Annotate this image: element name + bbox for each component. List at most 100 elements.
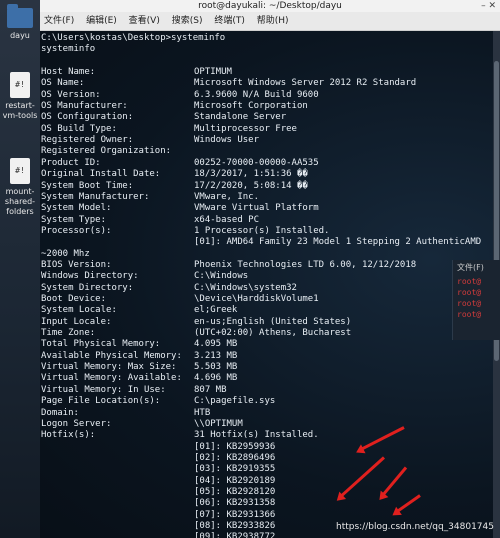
systeminfo-value: OPTIMUM [194, 67, 232, 77]
window-titlebar[interactable]: root@dayukali: ~/Desktop/dayu – ✕ [40, 0, 500, 12]
systeminfo-value: \\OPTIMUM [194, 418, 243, 429]
systeminfo-row: Virtual Memory: In Use: 807 MB [41, 384, 227, 396]
systeminfo-row: System Model: VMware Virtual Platform [41, 203, 319, 214]
systeminfo-value: Windows User [194, 135, 260, 146]
systeminfo-key: OS Name: [41, 78, 85, 89]
systeminfo-row: Boot Device: \Device\HarddiskVolume1 [41, 294, 319, 305]
systeminfo-key: Time Zone: [41, 328, 96, 339]
window-controls[interactable]: – ✕ [481, 0, 496, 12]
desktop-icon-label: restart-vm-tools [2, 101, 38, 120]
watermark: https://blog.csdn.net/qq_34801745 [335, 522, 494, 532]
systeminfo-value: [04]: KB2920189 [194, 475, 276, 486]
systeminfo-key: OS Manufacturer: [41, 101, 128, 112]
systeminfo-value: [01]: AMD64 Family 23 Model 1 Stepping 2… [194, 237, 482, 248]
systeminfo-value: Phoenix Technologies LTD 6.00, 12/12/201… [194, 259, 417, 270]
systeminfo-row: Virtual Memory: Max Size: 5.503 MB [41, 362, 237, 373]
systeminfo-key: Boot Device: [41, 294, 107, 304]
systeminfo-row: System Locale: el;Greek [41, 305, 237, 316]
systeminfo-row: ~2000 Mhz [41, 249, 90, 260]
systeminfo-key: System Locale: [41, 305, 117, 316]
menu-file[interactable]: 文件(F) [44, 16, 74, 26]
systeminfo-value: en-us;English (United States) [194, 316, 352, 327]
systeminfo-key: Logon Server: [41, 418, 112, 429]
systeminfo-row: System Directory: C:\Windows\system32 [41, 282, 297, 294]
menu-view[interactable]: 查看(V) [129, 16, 160, 26]
systeminfo-value: \Device\HarddiskVolume1 [194, 294, 319, 304]
systeminfo-row: System Manufacturer: VMware, Inc. [41, 191, 259, 203]
terminal-window: root@dayukali: ~/Desktop/dayu – ✕ 文件(F) … [40, 0, 500, 538]
systeminfo-value: el;Greek [194, 305, 238, 316]
terminal-prompt: C:\Users\kostas\Desktop>systeminfo [41, 33, 226, 43]
systeminfo-key: System Model: [41, 203, 112, 214]
systeminfo-key: System Type: [41, 214, 107, 225]
systeminfo-row: OS Manufacturer: Microsoft Corporation [41, 101, 308, 112]
systeminfo-row: System Type: x64-based PC [41, 214, 259, 226]
systeminfo-value: 4.095 MB [194, 339, 238, 350]
background-menu-file: 文件(F) [457, 263, 484, 272]
script-file-icon: #! [10, 72, 30, 98]
systeminfo-key: Virtual Memory: Max Size: [41, 362, 177, 373]
systeminfo-value: x64-based PC [194, 214, 260, 225]
systeminfo-row: Virtual Memory: Available: 4.696 MB [41, 373, 237, 384]
terminal-command: systeminfo [41, 44, 96, 54]
folder-icon [7, 4, 33, 28]
systeminfo-value: 1 Processor(s) Installed. [194, 225, 330, 236]
systeminfo-value: [05]: KB2928120 [194, 486, 276, 497]
systeminfo-value: C:\pagefile.sys [194, 396, 276, 407]
background-prompt: root@ [457, 288, 482, 297]
systeminfo-key: Processor(s): [41, 225, 112, 236]
systeminfo-key: Registered Organization: [41, 146, 172, 157]
systeminfo-value: Standalone Server [194, 112, 287, 123]
systeminfo-value: 4.696 MB [194, 373, 238, 384]
script-file-icon: #! [10, 158, 30, 184]
systeminfo-key: Product ID: [41, 157, 101, 168]
systeminfo-key: System Manufacturer: [41, 191, 150, 202]
systeminfo-value: 17/2/2020, 5:08:14 �� [194, 180, 308, 191]
systeminfo-row: BIOS Version: Phoenix Technologies LTD 6.… [41, 259, 416, 271]
background-terminal-window[interactable]: 文件(F) root@ root@ root@ root@ [452, 260, 500, 340]
systeminfo-value: (UTC+02:00) Athens, Bucharest [194, 328, 352, 339]
desktop-icon-mount-shared-folders[interactable]: #! mount-shared-folders [0, 158, 40, 217]
systeminfo-key: ~2000 Mhz [41, 248, 90, 259]
systeminfo-key: Hotfix(s): [41, 430, 96, 441]
menu-help[interactable]: 帮助(H) [257, 16, 289, 26]
systeminfo-row: Input Locale: en-us;English (United State… [41, 317, 351, 328]
systeminfo-value: [06]: KB2931358 [194, 498, 276, 509]
systeminfo-row: Domain: HTB [41, 407, 210, 419]
systeminfo-key: Windows Directory: [41, 271, 139, 282]
systeminfo-value: 18/3/2017, 1:51:36 �� [194, 169, 308, 180]
systeminfo-row: Registered Owner: Windows User [41, 135, 259, 146]
terminal-output[interactable]: C:\Users\kostas\Desktop>systeminfo syste… [40, 31, 500, 538]
systeminfo-key: BIOS Version: [41, 259, 112, 270]
systeminfo-key: System Boot Time: [41, 180, 134, 191]
menu-search[interactable]: 搜索(S) [172, 16, 203, 26]
menu-bar: 文件(F) 编辑(E) 查看(V) 搜索(S) 终端(T) 帮助(H) [40, 12, 500, 31]
desktop-icon-restart-vm-tools[interactable]: #! restart-vm-tools [0, 72, 40, 121]
systeminfo-value: 3.213 MB [194, 350, 238, 361]
systeminfo-value: Microsoft Corporation [194, 101, 308, 112]
background-prompt: root@ [457, 277, 482, 286]
systeminfo-key: Domain: [41, 407, 79, 418]
systeminfo-key: Virtual Memory: Available: [41, 373, 182, 384]
systeminfo-value: 6.3.9600 N/A Build 9600 [194, 89, 319, 100]
systeminfo-row: OS Configuration: Standalone Server [41, 112, 286, 123]
menu-terminal[interactable]: 终端(T) [214, 16, 245, 26]
systeminfo-value: C:\Windows [194, 271, 249, 282]
systeminfo-row: Total Physical Memory: 4.095 MB [41, 339, 237, 350]
menu-edit[interactable]: 编辑(E) [86, 16, 117, 26]
desktop-icon-dayu[interactable]: dayu [0, 4, 40, 41]
systeminfo-value: 31 Hotfix(s) Installed. [194, 430, 319, 441]
systeminfo-key: System Directory: [41, 282, 134, 293]
systeminfo-value: Microsoft Windows Server 2012 R2 Standar… [194, 78, 417, 89]
desktop-icon-label: mount-shared-folders [4, 187, 36, 216]
systeminfo-key: Registered Owner: [41, 135, 134, 146]
systeminfo-value: [08]: KB2933826 [194, 521, 276, 531]
systeminfo-value: 5.503 MB [194, 362, 238, 373]
systeminfo-value: Multiprocessor Free [194, 123, 297, 134]
systeminfo-key: Available Physical Memory: [41, 350, 182, 361]
systeminfo-value: C:\Windows\system32 [194, 282, 297, 293]
systeminfo-row: Page File Location(s): C:\pagefile.sys [41, 396, 275, 407]
systeminfo-key: OS Configuration: [41, 112, 134, 123]
window-title: root@dayukali: ~/Desktop/dayu [198, 1, 342, 11]
systeminfo-key: Virtual Memory: In Use: [41, 384, 166, 395]
